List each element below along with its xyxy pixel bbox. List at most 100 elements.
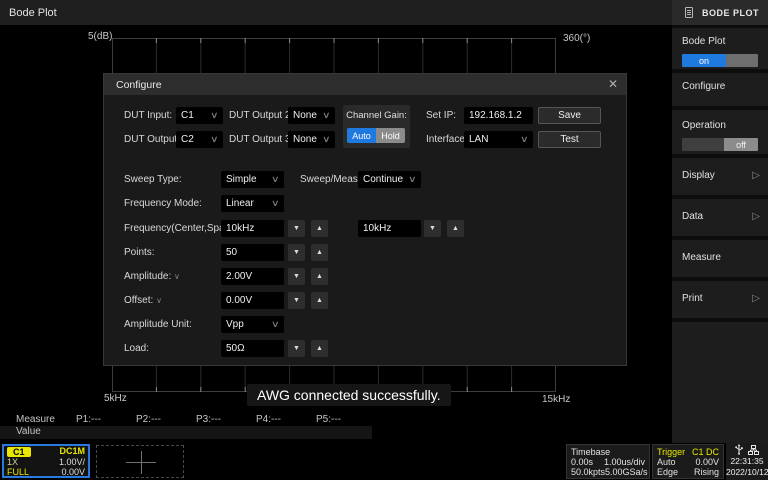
arrow-up-icon: ▲ bbox=[316, 225, 323, 232]
expand-chevron-icon: ∨ bbox=[174, 272, 180, 281]
clock-date: 2022/10/12 bbox=[726, 467, 768, 478]
set-ip-label: Set IP: bbox=[426, 107, 456, 124]
frequency-span-input[interactable]: 10kHz bbox=[358, 220, 421, 237]
frequency-span-increment-button[interactable]: ▲ bbox=[447, 220, 464, 237]
chevron-down-icon: ∨ bbox=[322, 135, 331, 144]
menu-clipboard-icon bbox=[684, 6, 694, 19]
measure-p4[interactable]: P4:--- bbox=[256, 414, 281, 425]
sidebar-title: BODE PLOT bbox=[702, 8, 759, 18]
save-button[interactable]: Save bbox=[538, 107, 601, 124]
frequency-center-decrement-button[interactable]: ▼ bbox=[288, 220, 305, 237]
bode-plot-on-toggle[interactable]: on bbox=[682, 54, 758, 67]
operation-off-toggle[interactable]: off bbox=[682, 138, 758, 151]
bode-plot-toggle-label: Bode Plot bbox=[682, 36, 768, 47]
frequency-center-increment-button[interactable]: ▲ bbox=[311, 220, 328, 237]
frequency-span-decrement-button[interactable]: ▼ bbox=[424, 220, 441, 237]
frequency-center-input[interactable]: 10kHz bbox=[221, 220, 284, 237]
points-input[interactable]: 50 bbox=[221, 244, 284, 261]
dut-output1-dropdown[interactable]: C2 ∨ bbox=[176, 131, 223, 148]
sidebar-item-print[interactable]: Print ▷ bbox=[672, 281, 768, 322]
amplitude-unit-value: Vpp bbox=[226, 319, 244, 330]
measure-p2[interactable]: P2:--- bbox=[136, 414, 161, 425]
arrow-up-icon: ▲ bbox=[452, 225, 459, 232]
add-channel-placeholder[interactable] bbox=[96, 445, 184, 478]
close-icon[interactable]: ✕ bbox=[608, 77, 618, 91]
channel-gain-panel: Channel Gain: Auto Hold bbox=[343, 105, 410, 148]
dut-output3-dropdown[interactable]: None ∨ bbox=[288, 131, 335, 148]
chevron-down-icon: ∨ bbox=[271, 175, 280, 184]
channel-name-badge: C1 bbox=[7, 447, 31, 457]
sweep-meas-label: Sweep/Meas: bbox=[300, 171, 361, 188]
gain-hold-button[interactable]: Hold bbox=[376, 128, 405, 143]
arrow-down-icon: ▼ bbox=[293, 273, 300, 280]
offset-label-text: Offset: bbox=[124, 295, 153, 306]
sidebar-item-measure[interactable]: Measure bbox=[672, 240, 768, 281]
sidebar-item-display[interactable]: Display ▷ bbox=[672, 158, 768, 199]
frequency-mode-label: Frequency Mode: bbox=[124, 195, 202, 212]
amplitude-decrement-button[interactable]: ▼ bbox=[288, 268, 305, 285]
operation-toggle-label: Operation bbox=[682, 120, 768, 131]
dut-output3-label: DUT Output 3: bbox=[229, 131, 293, 148]
frequency-mode-dropdown[interactable]: Linear ∨ bbox=[221, 195, 284, 212]
trigger-mode: Auto bbox=[657, 457, 676, 467]
measure-p3[interactable]: P3:--- bbox=[196, 414, 221, 425]
measure-p5[interactable]: P5:--- bbox=[316, 414, 341, 425]
frequency-label: Frequency(Center,Span): bbox=[124, 220, 236, 237]
y-axis-gain-label: 5(dB) bbox=[88, 31, 112, 42]
sidebar-item-data[interactable]: Data ▷ bbox=[672, 199, 768, 240]
page-title: Bode Plot bbox=[9, 7, 57, 19]
lan-network-icon bbox=[748, 445, 759, 455]
dut-output3-value: None bbox=[293, 134, 317, 145]
amplitude-unit-dropdown[interactable]: Vpp ∨ bbox=[221, 316, 284, 333]
dut-output2-dropdown[interactable]: None ∨ bbox=[288, 107, 335, 124]
points-decrement-button[interactable]: ▼ bbox=[288, 244, 305, 261]
amplitude-label[interactable]: Amplitude: ∨ bbox=[124, 268, 180, 285]
load-increment-button[interactable]: ▲ bbox=[311, 340, 328, 357]
measure-item-label: Measure bbox=[682, 252, 768, 263]
trigger-source: C1 DC bbox=[692, 447, 719, 457]
interface-dropdown[interactable]: LAN ∨ bbox=[464, 131, 533, 148]
crosshair-icon bbox=[141, 451, 142, 474]
offset-increment-button[interactable]: ▲ bbox=[311, 292, 328, 309]
value-row-label: Value bbox=[16, 426, 41, 437]
load-input[interactable]: 50Ω bbox=[221, 340, 284, 357]
toast-message: AWG connected successfully. bbox=[247, 384, 451, 406]
sweep-type-dropdown[interactable]: Simple ∨ bbox=[221, 171, 284, 188]
gain-auto-button[interactable]: Auto bbox=[347, 128, 376, 143]
chevron-down-icon: ∨ bbox=[271, 320, 280, 329]
set-ip-input[interactable]: 192.168.1.2 bbox=[464, 107, 533, 124]
arrow-down-icon: ▼ bbox=[293, 345, 300, 352]
offset-label[interactable]: Offset: ∨ bbox=[124, 292, 162, 309]
bode-plot-menu-sidebar: BODE PLOT Bode Plot on Configure Operati… bbox=[672, 0, 768, 443]
trigger-label: Trigger bbox=[657, 447, 685, 457]
dialog-title-bar[interactable]: Configure ✕ bbox=[104, 74, 626, 95]
measure-p1[interactable]: P1:--- bbox=[76, 414, 101, 425]
submenu-arrow-icon: ▷ bbox=[752, 293, 760, 304]
dut-input-dropdown[interactable]: C1 ∨ bbox=[176, 107, 223, 124]
trigger-status-box[interactable]: TriggerC1 DC Auto0.00V EdgeRising bbox=[652, 444, 724, 479]
dut-input-value: C1 bbox=[181, 110, 194, 121]
channel-1-status-box[interactable]: C1DC1M 1X1.00V/ FULL0.00V bbox=[2, 444, 90, 478]
dut-output1-value: C2 bbox=[181, 134, 194, 145]
submenu-arrow-icon: ▷ bbox=[752, 211, 760, 222]
x-axis-start-label: 5kHz bbox=[104, 393, 127, 404]
sidebar-item-operation: Operation off bbox=[672, 110, 768, 158]
sidebar-item-configure[interactable]: Configure bbox=[672, 73, 768, 110]
sidebar-header: BODE PLOT bbox=[672, 0, 768, 28]
amplitude-increment-button[interactable]: ▲ bbox=[311, 268, 328, 285]
toggle-off-segment: off bbox=[724, 138, 758, 151]
arrow-up-icon: ▲ bbox=[316, 345, 323, 352]
sweep-meas-dropdown[interactable]: Continue ∨ bbox=[358, 171, 421, 188]
clock-status-box: 22:31:35 2022/10/12 bbox=[726, 443, 768, 480]
offset-decrement-button[interactable]: ▼ bbox=[288, 292, 305, 309]
offset-input[interactable]: 0.00V bbox=[221, 292, 284, 309]
load-decrement-button[interactable]: ▼ bbox=[288, 340, 305, 357]
dut-output2-label: DUT Output 2: bbox=[229, 107, 293, 124]
measure-row-label: Measure bbox=[16, 414, 55, 425]
test-button[interactable]: Test bbox=[538, 131, 601, 148]
amplitude-input[interactable]: 2.00V bbox=[221, 268, 284, 285]
expand-chevron-icon: ∨ bbox=[156, 296, 162, 305]
points-increment-button[interactable]: ▲ bbox=[311, 244, 328, 261]
amplitude-label-text: Amplitude: bbox=[124, 271, 171, 282]
timebase-status-box[interactable]: Timebase 0.00s1.00us/div 50.0kpts5.00GSa… bbox=[566, 444, 650, 479]
